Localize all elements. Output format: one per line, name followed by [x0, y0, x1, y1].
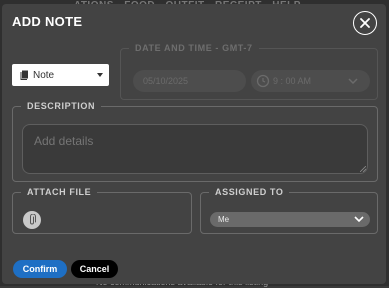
add-note-dialog: ADD NOTE Note DATE AND TIME - GMT-7 05/1… [2, 4, 386, 284]
description-textarea[interactable] [22, 124, 368, 174]
time-value: 9 : 00 AM [273, 76, 312, 86]
assigned-to-legend: ASSIGNED TO [209, 186, 290, 198]
close-icon [360, 18, 370, 28]
cancel-button[interactable]: Cancel [71, 260, 118, 278]
date-input[interactable]: 05/10/2025 [133, 70, 246, 92]
time-input[interactable]: 9 : 00 AM [251, 70, 370, 92]
paperclip-icon [30, 214, 36, 225]
chevron-down-icon [348, 78, 358, 84]
note-type-select[interactable]: Note [12, 64, 109, 86]
description-legend: DESCRIPTION [21, 100, 102, 112]
confirm-button[interactable]: Confirm [13, 260, 67, 278]
notebook-icon [20, 70, 28, 80]
resize-handle-icon[interactable] [360, 166, 366, 172]
chevron-down-icon [354, 216, 364, 223]
note-type-value: Note [33, 69, 55, 81]
assigned-to-value: Me [218, 215, 230, 224]
datetime-legend: DATE AND TIME - GMT-7 [129, 42, 259, 54]
clock-icon [256, 74, 270, 88]
attach-file-button[interactable] [23, 211, 41, 229]
dialog-title: ADD NOTE [12, 14, 83, 29]
close-button[interactable] [353, 11, 377, 35]
assigned-to-select[interactable]: Me [210, 212, 370, 227]
attach-file-legend: ATTACH FILE [21, 186, 98, 198]
chevron-down-icon [97, 73, 103, 77]
attach-file-group: ATTACH FILE [12, 186, 192, 234]
